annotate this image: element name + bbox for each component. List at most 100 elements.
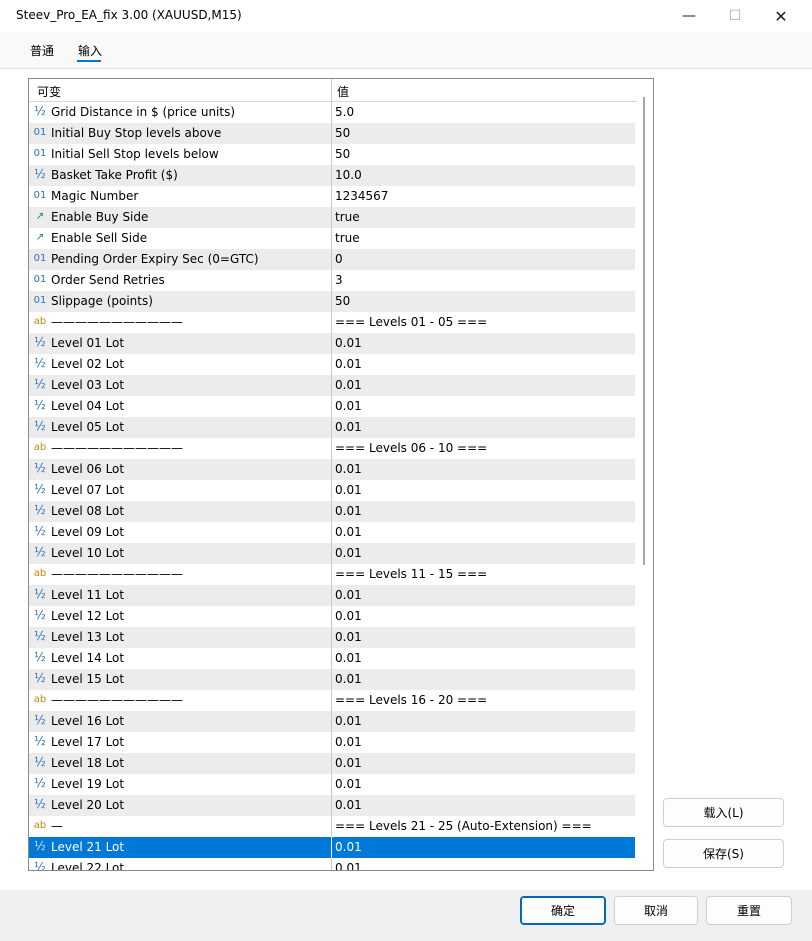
scrollbar-thumb[interactable] (643, 97, 645, 565)
table-row[interactable]: ½ Level 10 Lot 0.01 (29, 543, 635, 565)
variable-name: Level 20 Lot (51, 798, 125, 812)
table-row[interactable]: 01 Slippage (points) 50 (29, 291, 635, 313)
variable-value[interactable]: 50 (335, 126, 350, 140)
table-row[interactable]: ↗ Enable Buy Side true (29, 207, 635, 229)
int-type-icon: 01 (33, 190, 47, 201)
variable-value[interactable]: 0.01 (335, 651, 362, 665)
table-row[interactable]: ½ Level 21 Lot 0.01 (29, 837, 635, 859)
table-row[interactable]: ½ Level 11 Lot 0.01 (29, 585, 635, 607)
variable-value[interactable]: 0.01 (335, 546, 362, 560)
maximize-button[interactable]: ☐ (712, 0, 758, 32)
tab-inputs[interactable]: 输入 (78, 42, 102, 59)
table-row[interactable]: ½ Level 06 Lot 0.01 (29, 459, 635, 481)
variable-name: Basket Take Profit ($) (51, 168, 178, 182)
variable-value[interactable]: 0.01 (335, 357, 362, 371)
variable-value[interactable]: 0.01 (335, 735, 362, 749)
table-row[interactable]: ½ Level 08 Lot 0.01 (29, 501, 635, 523)
variable-value[interactable]: === Levels 06 - 10 === (335, 441, 487, 455)
variable-value[interactable]: 0.01 (335, 420, 362, 434)
variable-value[interactable]: 0.01 (335, 861, 362, 870)
table-row[interactable]: ½ Level 07 Lot 0.01 (29, 480, 635, 502)
variable-value[interactable]: 0.01 (335, 588, 362, 602)
table-row[interactable]: ½ Level 16 Lot 0.01 (29, 711, 635, 733)
table-row[interactable]: ab ——————————— === Levels 11 - 15 === (29, 564, 635, 586)
variable-value[interactable]: true (335, 231, 360, 245)
cell-divider (331, 585, 332, 606)
variable-value[interactable]: 50 (335, 147, 350, 161)
table-row[interactable]: ½ Level 01 Lot 0.01 (29, 333, 635, 355)
table-row[interactable]: ½ Level 22 Lot 0.01 (29, 858, 635, 870)
table-row[interactable]: ½ Level 03 Lot 0.01 (29, 375, 635, 397)
variable-value[interactable]: === Levels 11 - 15 === (335, 567, 487, 581)
variable-value[interactable]: 3 (335, 273, 343, 287)
variable-value[interactable]: 1234567 (335, 189, 388, 203)
variable-value[interactable]: 0.01 (335, 462, 362, 476)
table-row[interactable]: ½ Level 05 Lot 0.01 (29, 417, 635, 439)
minimize-button[interactable]: — (666, 0, 712, 32)
cell-divider (331, 459, 332, 480)
variable-name: Order Send Retries (51, 273, 165, 287)
variable-value[interactable]: 0.01 (335, 672, 362, 686)
table-row[interactable]: ½ Grid Distance in $ (price units) 5.0 (29, 102, 635, 124)
table-row[interactable]: ½ Level 04 Lot 0.01 (29, 396, 635, 418)
variable-value[interactable]: 0.01 (335, 525, 362, 539)
table-row[interactable]: ab ——————————— === Levels 16 - 20 === (29, 690, 635, 712)
variable-value[interactable]: 5.0 (335, 105, 354, 119)
table-row[interactable]: ½ Level 19 Lot 0.01 (29, 774, 635, 796)
save-button[interactable]: 保存(S) (663, 839, 784, 868)
variable-value[interactable]: 0.01 (335, 798, 362, 812)
table-row[interactable]: ½ Level 18 Lot 0.01 (29, 753, 635, 775)
variable-value[interactable]: 0.01 (335, 840, 362, 854)
table-row[interactable]: ½ Level 20 Lot 0.01 (29, 795, 635, 817)
inputs-grid[interactable]: 可变 值 ½ Grid Distance in $ (price units) 5.… (28, 78, 654, 871)
variable-value[interactable]: 0.01 (335, 336, 362, 350)
table-row[interactable]: ↗ Enable Sell Side true (29, 228, 635, 250)
variable-value[interactable]: 0 (335, 252, 343, 266)
table-row[interactable]: ½ Basket Take Profit ($) 10.0 (29, 165, 635, 187)
column-header-variable[interactable]: 可变 (37, 83, 61, 100)
variable-value[interactable]: 0.01 (335, 630, 362, 644)
variable-value[interactable]: === Levels 16 - 20 === (335, 693, 487, 707)
variable-value[interactable]: 10.0 (335, 168, 362, 182)
variable-value[interactable]: === Levels 01 - 05 === (335, 315, 487, 329)
variable-value[interactable]: === Levels 21 - 25 (Auto-Extension) === (335, 819, 592, 833)
double-type-icon: ½ (34, 419, 46, 433)
ok-button[interactable]: 确定 (520, 896, 606, 925)
load-button[interactable]: 载入(L) (663, 798, 784, 827)
variable-value[interactable]: 0.01 (335, 756, 362, 770)
table-row[interactable]: ½ Level 14 Lot 0.01 (29, 648, 635, 670)
variable-value[interactable]: 0.01 (335, 483, 362, 497)
variable-value[interactable]: 0.01 (335, 378, 362, 392)
variable-value[interactable]: 0.01 (335, 399, 362, 413)
double-type-icon: ½ (34, 503, 46, 517)
table-row[interactable]: 01 Magic Number 1234567 (29, 186, 635, 208)
vertical-scrollbar[interactable] (638, 79, 652, 870)
table-row[interactable]: ab ——————————— === Levels 01 - 05 === (29, 312, 635, 334)
variable-value[interactable]: 50 (335, 294, 350, 308)
table-row[interactable]: 01 Initial Sell Stop levels below 50 (29, 144, 635, 166)
reset-button[interactable]: 重置 (706, 896, 792, 925)
cell-divider (331, 858, 332, 870)
cell-divider (331, 438, 332, 459)
table-row[interactable]: ½ Level 09 Lot 0.01 (29, 522, 635, 544)
variable-value[interactable]: true (335, 210, 360, 224)
table-row[interactable]: 01 Order Send Retries 3 (29, 270, 635, 292)
table-row[interactable]: ½ Level 02 Lot 0.01 (29, 354, 635, 376)
variable-value[interactable]: 0.01 (335, 777, 362, 791)
table-row[interactable]: ab — === Levels 21 - 25 (Auto-Extension) =… (29, 816, 635, 838)
table-row[interactable]: ½ Level 13 Lot 0.01 (29, 627, 635, 649)
column-header-value[interactable]: 值 (337, 83, 349, 100)
table-row[interactable]: ½ Level 12 Lot 0.01 (29, 606, 635, 628)
table-row[interactable]: 01 Initial Buy Stop levels above 50 (29, 123, 635, 145)
table-row[interactable]: ½ Level 15 Lot 0.01 (29, 669, 635, 691)
table-row[interactable]: ab ——————————— === Levels 06 - 10 === (29, 438, 635, 460)
variable-value[interactable]: 0.01 (335, 609, 362, 623)
table-row[interactable]: 01 Pending Order Expiry Sec (0=GTC) 0 (29, 249, 635, 271)
table-row[interactable]: ½ Level 17 Lot 0.01 (29, 732, 635, 754)
close-button[interactable]: ✕ (758, 0, 804, 32)
tab-common[interactable]: 普通 (30, 42, 54, 59)
variable-value[interactable]: 0.01 (335, 714, 362, 728)
cancel-button[interactable]: 取消 (614, 896, 698, 925)
variable-value[interactable]: 0.01 (335, 504, 362, 518)
cell-divider (331, 375, 332, 396)
